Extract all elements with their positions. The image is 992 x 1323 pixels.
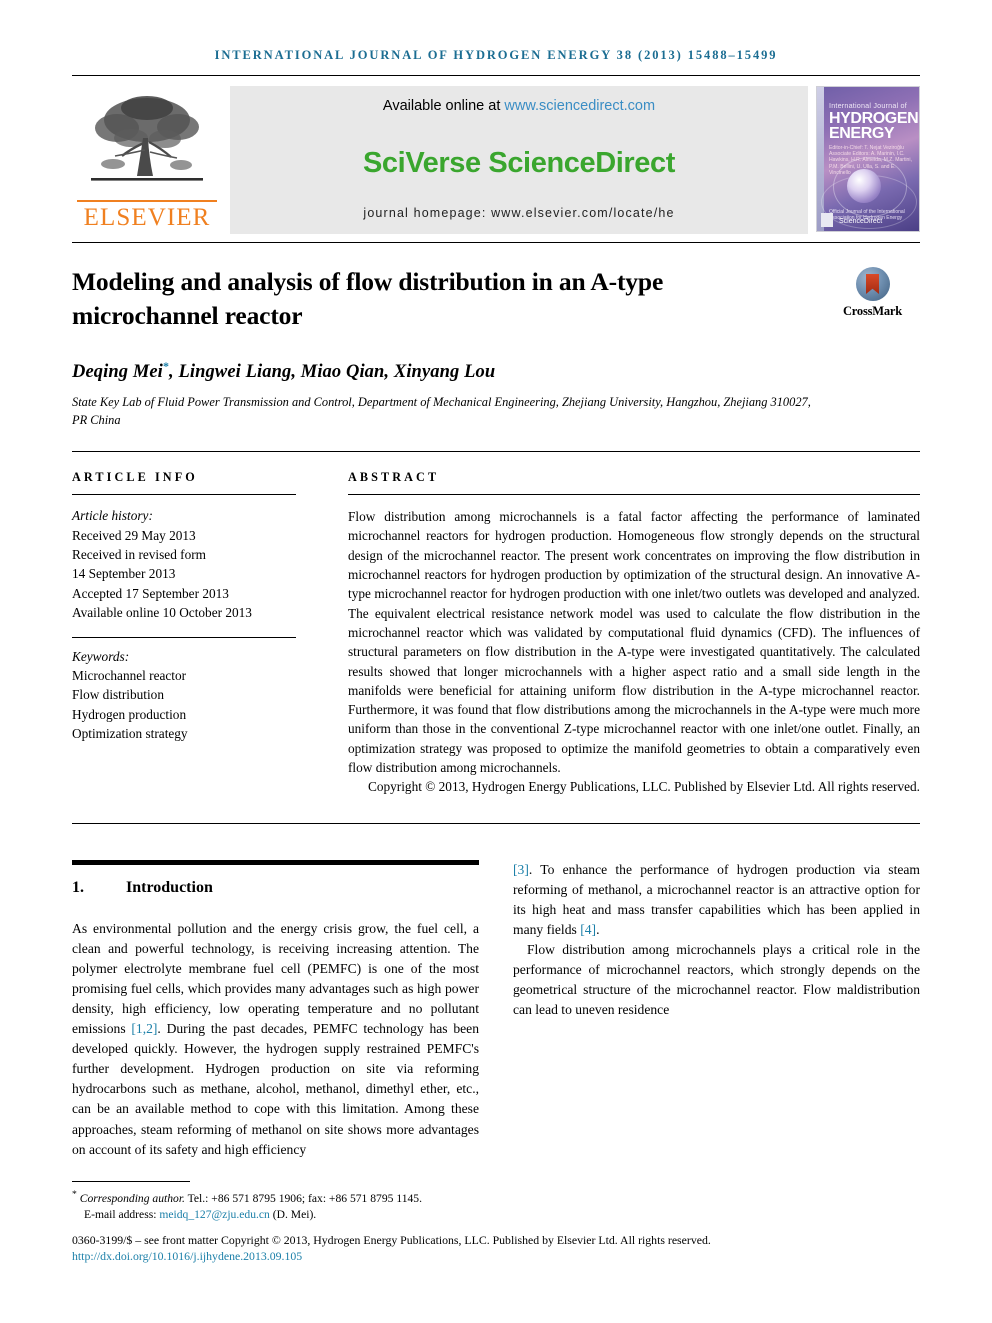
rule-under-masthead xyxy=(72,242,920,243)
running-head: International Journal of Hydrogen Energy… xyxy=(214,48,778,62)
intro-paragraph-left: As environmental pollution and the energ… xyxy=(72,919,479,1160)
section-title-text: Introduction xyxy=(126,878,213,896)
elsevier-wordmark: ELSEVIER xyxy=(77,200,217,230)
crossmark-bookmark-icon xyxy=(866,274,879,294)
journal-homepage-line[interactable]: journal homepage: www.elsevier.com/locat… xyxy=(363,206,674,220)
issn-copyright-line: 0360-3199/$ – see front matter Copyright… xyxy=(72,1232,711,1247)
cover-sciencedirect-label: ScienceDirect xyxy=(839,218,883,225)
article-history-label: Article history: xyxy=(72,508,153,524)
abstract-heading: ABSTRACT xyxy=(348,470,440,485)
corresponding-author-tel: Tel.: +86 571 8795 1906; fax: +86 571 87… xyxy=(184,1191,422,1205)
introduction-heading: 1. Introduction xyxy=(72,879,479,897)
body-columns: 1. Introduction As environmental polluti… xyxy=(72,859,920,1160)
article-info-column: ARTICLE INFO Article history: Received 2… xyxy=(72,470,320,796)
author-first: Deqing Mei xyxy=(72,362,163,383)
abstract-copyright: Copyright © 2013, Hydrogen Energy Public… xyxy=(367,779,920,795)
keyword-item: Flow distribution xyxy=(72,687,164,703)
email-link[interactable]: meidq_127@zju.edu.cn xyxy=(159,1208,270,1221)
rule-below-abstract xyxy=(72,822,920,824)
intro-text-d: . xyxy=(596,921,600,937)
journal-cover-block: International Journal of HYDROGEN ENERGY… xyxy=(816,86,920,234)
intro-text-a: As environmental pollution and the energ… xyxy=(72,920,479,1037)
history-item: Accepted 17 September 2013 xyxy=(72,585,229,601)
elsevier-tree-icon xyxy=(91,96,203,181)
crossmark-icon xyxy=(855,267,890,301)
title-row: Modeling and analysis of flow distributi… xyxy=(72,265,920,333)
keyword-item: Hydrogen production xyxy=(72,706,187,722)
corresponding-author-note: * Corresponding author. Tel.: +86 571 87… xyxy=(72,1187,930,1207)
history-item: Received 29 May 2013 xyxy=(72,527,196,543)
article-info-heading: ARTICLE INFO xyxy=(72,470,198,485)
email-suffix: (D. Mei). xyxy=(269,1208,317,1222)
sciverse-sciencedirect-logo: SciVerse ScienceDirect xyxy=(362,146,676,179)
keyword-item: Microchannel reactor xyxy=(72,668,187,683)
affiliation: State Key Lab of Fluid Power Transmissio… xyxy=(72,395,811,428)
cover-badge xyxy=(821,213,833,227)
history-item: 14 September 2013 xyxy=(72,566,176,582)
cover-sphere-graphic xyxy=(847,169,881,203)
crossmark-label: CrossMark xyxy=(842,304,903,318)
masthead: ELSEVIER Available online at www.science… xyxy=(72,86,920,234)
intro-text-c: . To enhance the performance of hydrogen… xyxy=(513,861,920,937)
doi-link[interactable]: http://dx.doi.org/10.1016/j.ijhydene.201… xyxy=(72,1248,930,1265)
author-list: Deqing Mei*, Lingwei Liang, Miao Qian, X… xyxy=(72,359,920,383)
history-item: Received in revised form xyxy=(72,546,207,562)
rule-above-article-info xyxy=(72,451,920,453)
footnote-rule xyxy=(72,1181,190,1182)
page-title: Modeling and analysis of flow distributi… xyxy=(72,267,664,330)
sciencedirect-banner: Available online at www.sciencedirect.co… xyxy=(230,86,808,234)
intro-paragraph-2: Flow distribution among microchannels pl… xyxy=(513,941,920,1018)
abstract-rule xyxy=(348,494,920,496)
intro-paragraph-right-cont: [3]. To enhance the performance of hydro… xyxy=(513,860,920,940)
elsevier-logo: ELSEVIER xyxy=(72,86,222,234)
body-column-left: 1. Introduction As environmental polluti… xyxy=(72,859,479,1160)
citation-link-1-2[interactable]: [1,2] xyxy=(131,1021,157,1036)
citation-link-4[interactable]: [4] xyxy=(580,922,596,937)
footnote-marker: * xyxy=(72,1189,77,1200)
email-note: E-mail address: meidq_127@zju.edu.cn (D.… xyxy=(72,1207,930,1223)
crossmark-badge[interactable]: CrossMark xyxy=(825,265,920,319)
info-abstract-section: ARTICLE INFO Article history: Received 2… xyxy=(72,470,920,796)
corresponding-author-label: Corresponding author. xyxy=(79,1191,185,1205)
article-history: Article history: Received 29 May 2013 Re… xyxy=(72,506,296,622)
cover-line1: International Journal of xyxy=(829,101,907,110)
history-item: Available online 10 October 2013 xyxy=(72,605,252,621)
keywords-rule xyxy=(72,636,296,638)
keywords-block: Keywords: Microchannel reactor Flow dist… xyxy=(72,647,296,744)
section-number: 1. xyxy=(72,878,84,896)
abstract-column: ABSTRACT Flow distribution among microch… xyxy=(320,470,920,796)
paper-page: International Journal of Hydrogen Energy… xyxy=(0,0,992,1323)
intro-text-b: . During the past decades, PEMFC technol… xyxy=(72,1021,479,1157)
available-online-text: Available online at xyxy=(382,98,505,114)
available-online-line: Available online at www.sciencedirect.co… xyxy=(383,98,655,114)
cover-line2: HYDROGEN ENERGY xyxy=(829,110,919,142)
keywords-label: Keywords: xyxy=(72,648,130,664)
email-label: E-mail address: xyxy=(84,1208,160,1222)
author-rest: , Lingwei Liang, Miao Qian, Xinyang Lou xyxy=(169,362,496,383)
citation-link-3[interactable]: [3] xyxy=(513,862,529,877)
abstract-body: Flow distribution among microchannels is… xyxy=(348,509,920,776)
section-rule xyxy=(72,859,479,865)
article-info-rule xyxy=(72,494,296,496)
sciencedirect-url[interactable]: www.sciencedirect.com xyxy=(504,98,655,114)
body-column-right: [3]. To enhance the performance of hydro… xyxy=(513,860,920,1160)
journal-cover-image: International Journal of HYDROGEN ENERGY… xyxy=(816,86,920,232)
rule-top xyxy=(72,75,920,76)
keyword-item: Optimization strategy xyxy=(72,726,188,742)
footnotes: * Corresponding author. Tel.: +86 571 87… xyxy=(72,1181,930,1265)
